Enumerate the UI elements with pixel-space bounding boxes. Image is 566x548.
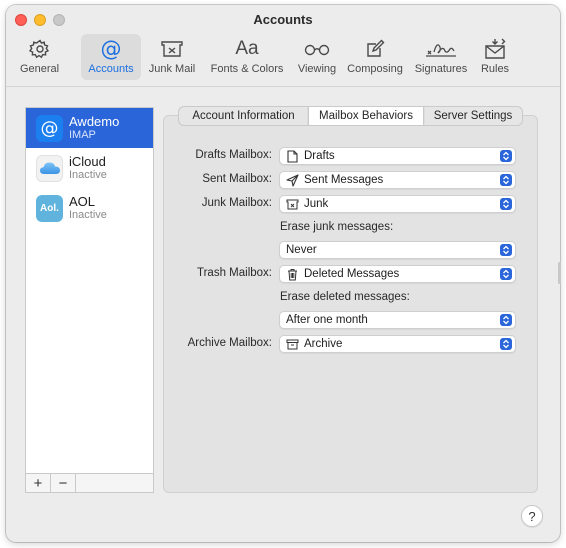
preferences-window: Accounts General @ Accounts Junk Mail Aa… <box>6 5 560 542</box>
archive-mailbox-label: Archive Mailbox: <box>187 337 272 349</box>
toolbar-junk-mail-label: Junk Mail <box>148 63 196 75</box>
icloud-icon <box>36 154 63 182</box>
drafts-mailbox-value: Drafts <box>304 150 335 162</box>
erase-junk-value: Never <box>286 244 317 256</box>
toolbar-accounts-label: Accounts <box>88 63 134 75</box>
archive-mailbox-popup[interactable]: Archive <box>279 335 516 353</box>
aol-icon: Aol. <box>36 194 63 222</box>
trash-mailbox-value: Deleted Messages <box>304 268 400 280</box>
toolbar-signatures[interactable]: Signatures <box>411 34 471 80</box>
erase-junk-label: Erase junk messages: <box>280 221 394 233</box>
tab-server-settings[interactable]: Server Settings <box>424 107 522 125</box>
junk-mailbox-label: Junk Mailbox: <box>201 197 272 209</box>
drafts-mailbox-popup[interactable]: Drafts <box>279 147 516 165</box>
toolbar-fonts-colors[interactable]: Aa Fonts & Colors <box>207 34 287 80</box>
account-status: IMAP <box>69 129 96 141</box>
tab-account-information[interactable]: Account Information <box>179 107 308 125</box>
junk-mailbox-popup[interactable]: Junk <box>279 195 516 213</box>
toolbar-composing-label: Composing <box>347 63 403 75</box>
erase-deleted-label: Erase deleted messages: <box>280 291 410 303</box>
toolbar-fonts-colors-label: Fonts & Colors <box>210 63 284 75</box>
account-aol[interactable]: Aol. AOL Inactive <box>26 188 153 228</box>
chevron-updown-icon <box>500 314 512 326</box>
remove-account-button[interactable]: − <box>51 474 76 492</box>
toolbar-general[interactable]: General <box>20 34 59 80</box>
account-icloud[interactable]: iCloud Inactive <box>26 148 153 188</box>
erase-deleted-popup[interactable]: After one month <box>279 311 516 329</box>
chevron-updown-icon <box>500 244 512 256</box>
junk-tray-icon <box>160 38 184 60</box>
tab-bar: Account Information Mailbox Behaviors Se… <box>178 106 523 126</box>
toolbar-composing[interactable]: Composing <box>344 34 406 80</box>
toolbar-viewing-label: Viewing <box>297 63 337 75</box>
at-icon: @ <box>100 37 122 61</box>
trash-mailbox-popup[interactable]: Deleted Messages <box>279 265 516 283</box>
chevron-updown-icon <box>500 174 512 186</box>
toolbar-junk-mail[interactable]: Junk Mail <box>146 34 198 80</box>
chevron-updown-icon <box>500 198 512 210</box>
trash-mailbox-label: Trash Mailbox: <box>197 267 272 279</box>
junk-mailbox-value: Junk <box>304 198 329 210</box>
titlebar: Accounts General @ Accounts Junk Mail Aa… <box>6 5 560 87</box>
chevron-updown-icon <box>500 338 512 350</box>
compose-icon <box>365 38 385 60</box>
account-name: iCloud <box>69 154 106 169</box>
archive-box-icon <box>286 338 299 351</box>
sent-mailbox-value: Sent Messages <box>304 174 384 186</box>
trash-icon <box>286 268 299 281</box>
junk-tray-icon <box>286 198 299 211</box>
account-status: Inactive <box>69 209 107 221</box>
account-name: Awdemo <box>69 114 120 129</box>
window-resize-grip[interactable] <box>558 262 561 284</box>
sent-mailbox-label: Sent Mailbox: <box>202 173 272 185</box>
account-awdemo[interactable]: @ Awdemo IMAP <box>26 108 153 148</box>
toolbar-signatures-label: Signatures <box>414 63 468 75</box>
toolbar-rules[interactable]: Rules <box>477 34 513 80</box>
sent-mailbox-popup[interactable]: Sent Messages <box>279 171 516 189</box>
accounts-list-footer: + − <box>25 473 154 493</box>
account-status: Inactive <box>69 169 107 181</box>
preferences-toolbar: General @ Accounts Junk Mail Aa Fonts & … <box>20 34 513 82</box>
window-title: Accounts <box>253 12 313 27</box>
help-button[interactable]: ? <box>521 505 543 527</box>
drafts-mailbox-label: Drafts Mailbox: <box>195 149 272 161</box>
at-icon: @ <box>36 114 63 142</box>
erase-deleted-value: After one month <box>286 314 368 326</box>
rules-envelope-icon <box>483 38 507 60</box>
chevron-updown-icon <box>500 268 512 280</box>
gear-icon <box>28 38 51 60</box>
erase-junk-popup[interactable]: Never <box>279 241 516 259</box>
add-account-button[interactable]: + <box>26 474 51 492</box>
signature-icon <box>424 38 458 60</box>
tab-mailbox-behaviors[interactable]: Mailbox Behaviors <box>308 107 424 125</box>
aa-icon: Aa <box>235 38 259 59</box>
toolbar-viewing[interactable]: Viewing <box>295 34 339 80</box>
toolbar-general-label: General <box>19 63 60 75</box>
document-icon <box>286 149 299 163</box>
account-name: AOL <box>69 194 96 209</box>
accounts-list[interactable]: @ Awdemo IMAP iCloud Inactive Aol. AOL I… <box>25 107 154 493</box>
archive-mailbox-value: Archive <box>304 338 343 350</box>
chevron-updown-icon <box>500 150 512 162</box>
glasses-icon <box>303 38 331 60</box>
toolbar-accounts[interactable]: @ Accounts <box>81 34 141 80</box>
toolbar-rules-label: Rules <box>480 63 510 75</box>
paperplane-icon <box>286 173 299 187</box>
